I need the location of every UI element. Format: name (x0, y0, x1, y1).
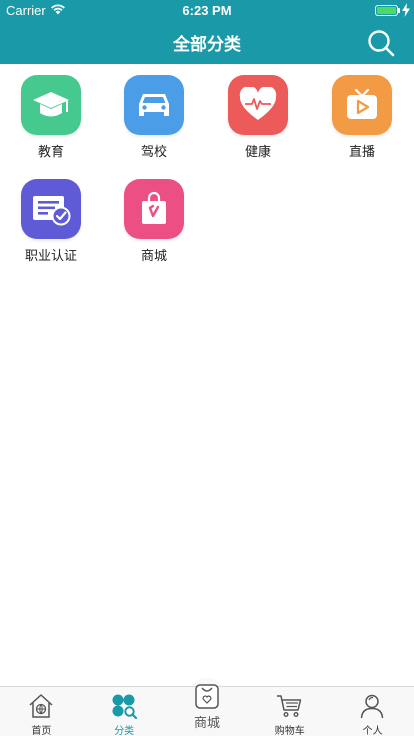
tab-label: 购物车 (274, 726, 305, 736)
tab-cart[interactable]: 购物车 (248, 687, 331, 736)
tv-play-icon (332, 75, 392, 135)
category-label: 直播 (348, 145, 375, 160)
certificate-icon (21, 179, 81, 239)
battery-tip (398, 8, 400, 13)
category-label: 健康 (244, 145, 271, 160)
category-item-certification[interactable]: 职业认证 (11, 179, 91, 279)
category-item-health[interactable]: 健康 (218, 75, 298, 175)
search-icon[interactable] (366, 28, 396, 58)
heartbeat-icon (228, 75, 288, 135)
bag-heart-icon (194, 684, 219, 709)
header: Carrier 6:23 PM 全部分类 (0, 0, 414, 64)
category-label: 职业认证 (24, 249, 77, 264)
tab-mall[interactable]: 商城 (166, 684, 249, 736)
tab-profile[interactable]: 个人 (331, 687, 414, 736)
tab-label: 分类 (114, 726, 135, 736)
tab-label: 商城 (193, 716, 220, 731)
category-label: 教育 (37, 145, 64, 160)
battery-fill (377, 7, 396, 14)
home-icon (29, 694, 53, 718)
clock: 6:23 PM (182, 3, 232, 18)
page-title: 全部分类 (173, 35, 241, 55)
tab-label: 个人 (362, 726, 383, 736)
clover-search-icon (112, 694, 137, 719)
shopping-bag-icon (124, 179, 184, 239)
graduation-cap-icon (21, 75, 81, 135)
tab-home[interactable]: 首页 (0, 687, 83, 736)
category-item-live[interactable]: 直播 (322, 75, 402, 175)
cart-icon (277, 695, 302, 718)
car-icon (124, 75, 184, 135)
category-label: 驾校 (140, 145, 167, 160)
tab-label: 首页 (31, 726, 52, 736)
person-icon (360, 694, 384, 719)
battery-icon (375, 5, 398, 16)
category-label: 商城 (140, 249, 167, 264)
tab-categories[interactable]: 分类 (83, 687, 166, 736)
charging-bolt-icon (402, 3, 410, 17)
category-item-education[interactable]: 教育 (11, 75, 91, 175)
tab-bar: 首页 分类 商城 购物车 个人 (0, 684, 414, 736)
status-bar: Carrier 6:23 PM (0, 0, 414, 20)
category-item-mall[interactable]: 商城 (114, 179, 194, 279)
category-item-driving-school[interactable]: 驾校 (114, 75, 194, 175)
